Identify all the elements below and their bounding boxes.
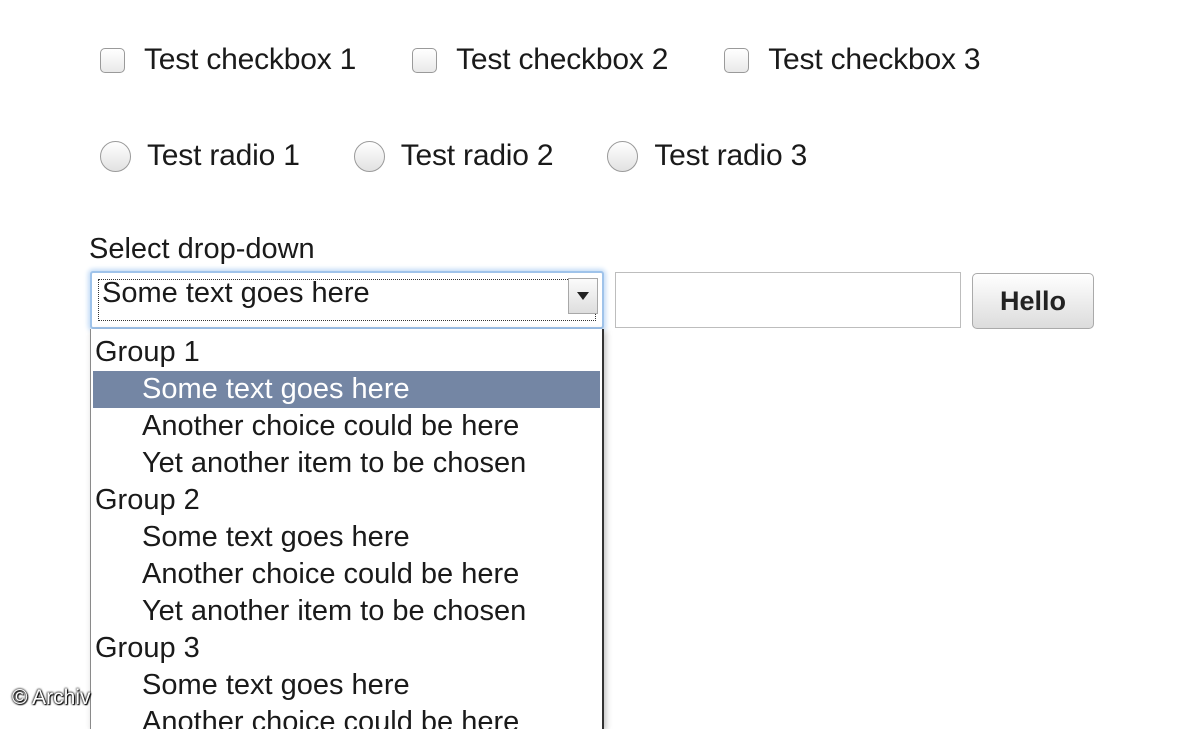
select-dropdown[interactable]: Some text goes here (90, 271, 604, 329)
radio-2[interactable] (353, 140, 385, 172)
select-option[interactable]: Some text goes here (91, 519, 602, 556)
radio-option-2[interactable]: Test radio 2 (353, 139, 554, 173)
optgroup-label: Group 1 (95, 336, 200, 368)
hello-button[interactable]: Hello (972, 273, 1094, 329)
radio-1[interactable] (100, 140, 131, 172)
radio-3[interactable] (607, 140, 639, 172)
select-option[interactable]: Some text goes here (91, 667, 602, 704)
optgroup-label: Group 3 (95, 632, 200, 664)
checkbox-option-1[interactable]: Test checkbox 1 (100, 43, 356, 77)
select-label: Select drop-down (89, 233, 315, 265)
checkbox-group: Test checkbox 1 Test checkbox 2 Test che… (100, 42, 1036, 78)
checkbox-label: Test checkbox 1 (144, 43, 357, 76)
radio-label: Test radio 3 (654, 139, 808, 172)
select-option[interactable]: Yet another item to be chosen (91, 593, 602, 630)
select-options-list: Group 1 Some text goes here Another choi… (90, 329, 604, 729)
select-option[interactable]: Yet another item to be chosen (91, 445, 602, 482)
checkbox-3[interactable] (724, 47, 750, 73)
select-arrow-button[interactable] (568, 278, 598, 314)
copyright-watermark: © Archiv (12, 686, 91, 709)
chevron-down-icon (577, 292, 589, 300)
radio-option-1[interactable]: Test radio 1 (100, 139, 300, 173)
checkbox-label: Test checkbox 3 (768, 43, 981, 76)
select-option[interactable]: Another choice could be here (91, 408, 602, 445)
checkbox-1[interactable] (100, 47, 125, 73)
select-option[interactable]: Another choice could be here (91, 704, 602, 729)
checkbox-label: Test checkbox 2 (456, 43, 669, 76)
text-input[interactable] (615, 272, 961, 328)
radio-label: Test radio 1 (147, 139, 300, 172)
checkbox-2[interactable] (412, 47, 438, 73)
select-option[interactable]: Another choice could be here (91, 556, 602, 593)
optgroup-label: Group 2 (95, 484, 200, 516)
select-option[interactable]: Some text goes here (93, 371, 600, 408)
checkbox-option-2[interactable]: Test checkbox 2 (412, 43, 668, 77)
radio-label: Test radio 2 (400, 139, 554, 172)
radio-option-3[interactable]: Test radio 3 (607, 139, 807, 173)
radio-group: Test radio 1 Test radio 2 Test radio 3 (100, 138, 861, 174)
select-value: Some text goes here (102, 277, 370, 309)
checkbox-option-3[interactable]: Test checkbox 3 (724, 43, 981, 77)
